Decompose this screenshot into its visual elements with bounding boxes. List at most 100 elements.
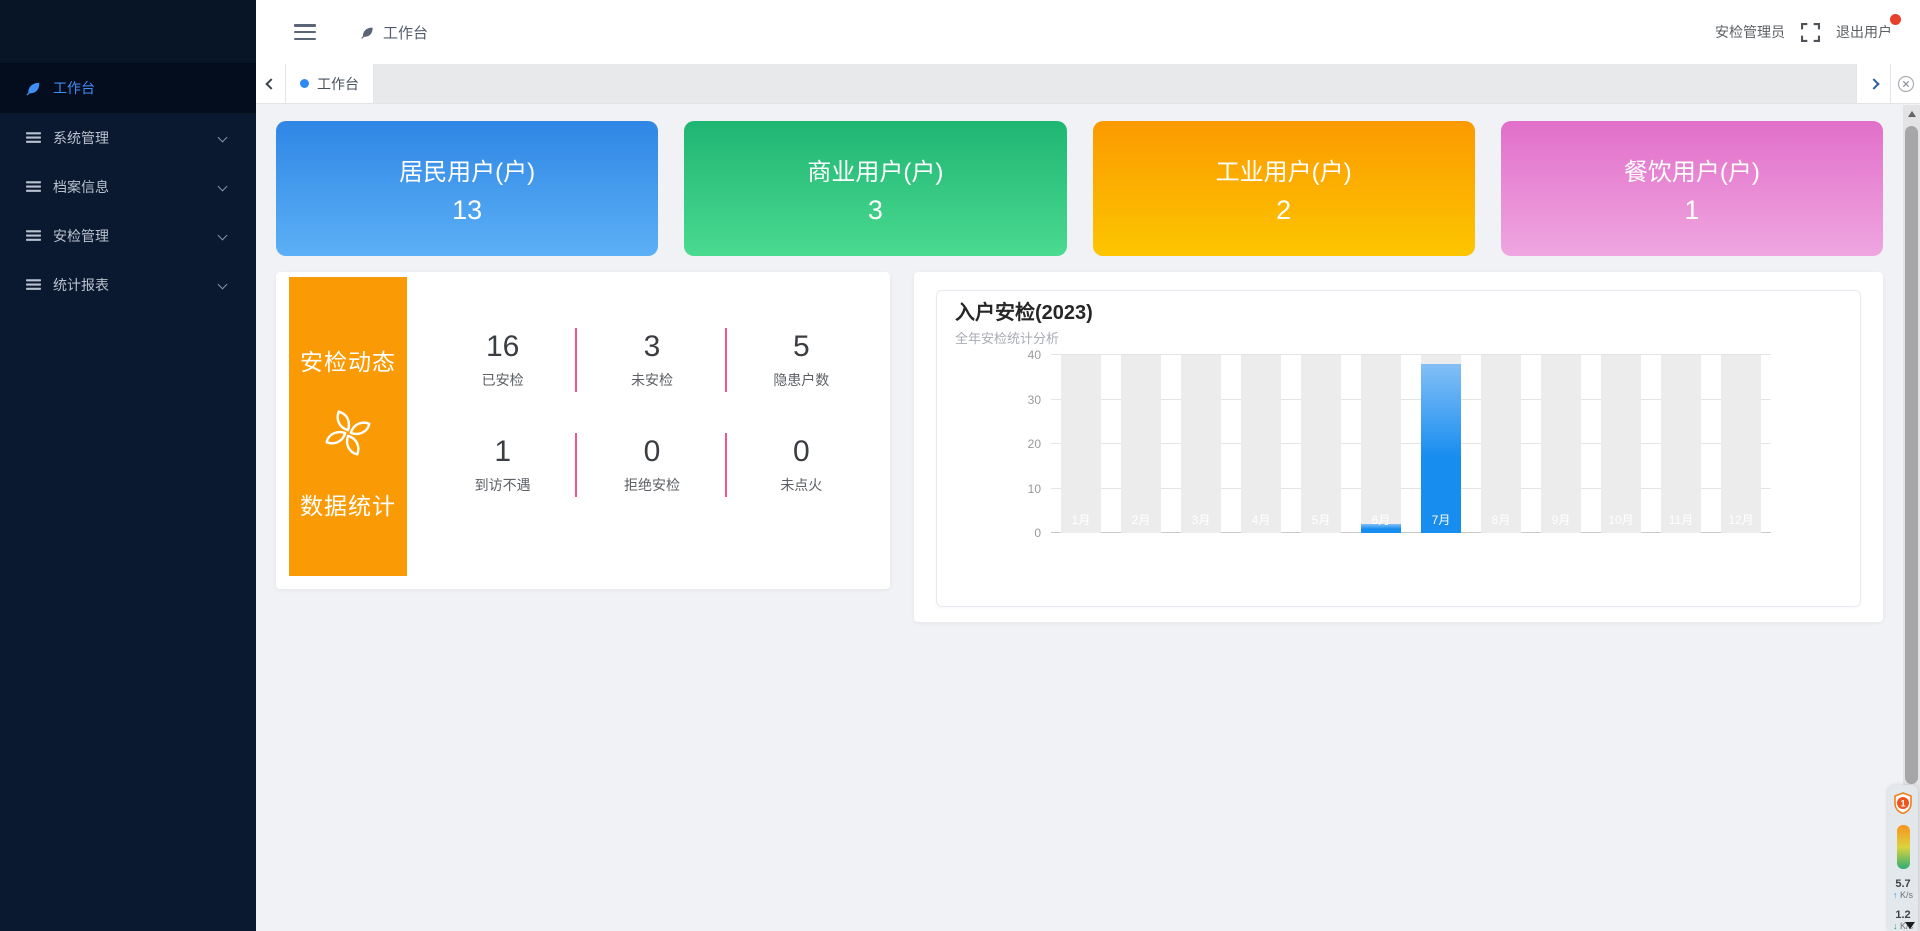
- x-axis-label: 2月: [1111, 511, 1171, 528]
- background-bar: [1241, 355, 1281, 533]
- sidebar-item-system[interactable]: 系统管理: [0, 113, 256, 162]
- logout-label: 退出用户: [1836, 24, 1892, 40]
- stat-value: 0: [793, 435, 810, 468]
- x-axis-label: 3月: [1171, 511, 1231, 528]
- app-window: 工作台 系统管理 档案信息: [0, 0, 1920, 931]
- fullscreen-icon[interactable]: [1801, 23, 1820, 42]
- tab-workbench[interactable]: 工作台: [286, 64, 374, 103]
- tabs-strip: 工作台: [286, 64, 1856, 103]
- notification-dot: [1890, 14, 1901, 25]
- x-axis-label: 6月: [1351, 511, 1411, 528]
- y-axis-tick: 20: [1001, 437, 1041, 451]
- stat-label: 隐患户数: [773, 370, 829, 390]
- stat-label: 拒绝安检: [624, 475, 680, 495]
- sidebar-item-workbench[interactable]: 工作台: [0, 63, 256, 113]
- stat-visit-missed: 1 到访不遇: [428, 412, 577, 517]
- banner-subtitle: 数据统计: [300, 487, 396, 521]
- widget-expand-triangle-icon[interactable]: [1905, 922, 1915, 929]
- sidebar-item-label: 系统管理: [53, 128, 109, 148]
- y-axis-tick: 0: [1001, 526, 1041, 540]
- stat-not-inspected: 3 未安检: [577, 307, 726, 412]
- speed-monitor-widget[interactable]: 1 5.7 ↑ K/s 1.2 ↓ K/s: [1888, 785, 1918, 931]
- bar-slot: 6月: [1351, 355, 1411, 533]
- sidebar-item-reports[interactable]: 统计报表: [0, 260, 256, 309]
- stat-value: 1: [494, 435, 511, 468]
- stat-label: 未点火: [780, 475, 822, 495]
- page-title: 工作台: [383, 22, 428, 43]
- pinwheel-icon: [322, 407, 374, 459]
- upload-speed-unit: ↑ K/s: [1893, 891, 1913, 900]
- card-title: 工业用户(户): [1216, 152, 1352, 187]
- upload-speed: 5.7 ↑ K/s: [1893, 879, 1913, 900]
- bar-slot: 8月: [1471, 355, 1531, 533]
- card-industrial-users: 工业用户(户) 2: [1093, 121, 1475, 256]
- stat-inspected: 16 已安检: [428, 307, 577, 412]
- menu-lines-icon: [25, 227, 42, 244]
- sidebar-logo-area: [0, 0, 256, 63]
- card-value: 13: [452, 195, 482, 226]
- stat-refused: 0 拒绝安检: [577, 412, 726, 517]
- background-bar: [1721, 355, 1761, 533]
- stat-value: 16: [486, 330, 519, 363]
- sidebar-item-label: 统计报表: [53, 275, 109, 295]
- tabs-scroll-right-button[interactable]: [1856, 64, 1890, 103]
- chart-title: 入户安检(2023): [955, 301, 1842, 325]
- card-resident-users: 居民用户(户) 13: [276, 121, 658, 256]
- background-bar: [1481, 355, 1521, 533]
- stat-label: 未安检: [631, 370, 673, 390]
- background-bar: [1061, 355, 1101, 533]
- menu-lines-icon: [25, 178, 42, 195]
- y-axis-tick: 40: [1001, 348, 1041, 362]
- y-axis-tick: 10: [1001, 482, 1041, 496]
- scrollbar-up-arrow-icon[interactable]: [1908, 111, 1916, 117]
- gauge-bar: [1897, 825, 1910, 869]
- sidebar-item-label: 档案信息: [53, 177, 109, 197]
- scrollbar-thumb[interactable]: [1905, 126, 1918, 784]
- background-bar: [1601, 355, 1641, 533]
- tab-bar: 工作台: [256, 64, 1920, 104]
- circle-close-icon: [1897, 75, 1915, 93]
- banner-title: 安检动态: [300, 343, 396, 377]
- bar-slot: 4月: [1231, 355, 1291, 533]
- chart-subtitle: 全年安检统计分析: [955, 331, 1842, 347]
- stat-value: 5: [793, 330, 810, 363]
- logout-button[interactable]: 退出用户: [1836, 22, 1896, 42]
- background-bar: [1361, 355, 1401, 533]
- card-title: 餐饮用户(户): [1624, 152, 1760, 187]
- y-axis-tick: 30: [1001, 393, 1041, 407]
- chevron-down-icon: [218, 280, 228, 290]
- close-tabs-button[interactable]: [1890, 64, 1920, 103]
- bar-slot: 7月: [1411, 355, 1471, 533]
- x-axis-label: 12月: [1711, 511, 1771, 528]
- bar-slot: 3月: [1171, 355, 1231, 533]
- x-axis-label: 7月: [1411, 511, 1471, 528]
- header: 工作台 安检管理员 退出用户: [256, 0, 1920, 64]
- sidebar: 工作台 系统管理 档案信息: [0, 0, 256, 931]
- stat-value: 3: [644, 330, 661, 363]
- header-right: 安检管理员 退出用户: [1715, 22, 1896, 42]
- active-tab-dot: [300, 79, 309, 88]
- x-axis-label: 1月: [1051, 511, 1111, 528]
- summary-cards-row: 居民用户(户) 13 商业用户(户) 3 工业用户(户) 2 餐饮用户(户) 1: [276, 121, 1883, 256]
- hamburger-menu-icon[interactable]: [294, 24, 316, 40]
- x-axis-label: 9月: [1531, 511, 1591, 528]
- bar-slot: 11月: [1651, 355, 1711, 533]
- data-bar: [1421, 364, 1461, 533]
- background-bar: [1121, 355, 1161, 533]
- sidebar-item-inspection[interactable]: 安检管理: [0, 211, 256, 260]
- chart-plot: 0102030401月2月3月4月5月6月7月8月9月10月11月12月: [1051, 355, 1771, 533]
- chevron-left-icon: [265, 78, 276, 89]
- background-bar: [1541, 355, 1581, 533]
- down-arrow-icon: ↓: [1893, 921, 1898, 931]
- leaf-icon: [25, 80, 42, 97]
- x-axis-label: 5月: [1291, 511, 1351, 528]
- sidebar-item-archives[interactable]: 档案信息: [0, 162, 256, 211]
- card-catering-users: 餐饮用户(户) 1: [1501, 121, 1883, 256]
- stat-hazard-households: 5 隐患户数: [727, 307, 876, 412]
- bar-slot: 9月: [1531, 355, 1591, 533]
- background-bar: [1301, 355, 1341, 533]
- dynamics-banner: 安检动态 数据统计: [289, 277, 407, 576]
- shield-badge-count: 1: [1900, 799, 1906, 810]
- tabs-scroll-left-button[interactable]: [256, 64, 286, 103]
- up-arrow-icon: ↑: [1893, 890, 1898, 900]
